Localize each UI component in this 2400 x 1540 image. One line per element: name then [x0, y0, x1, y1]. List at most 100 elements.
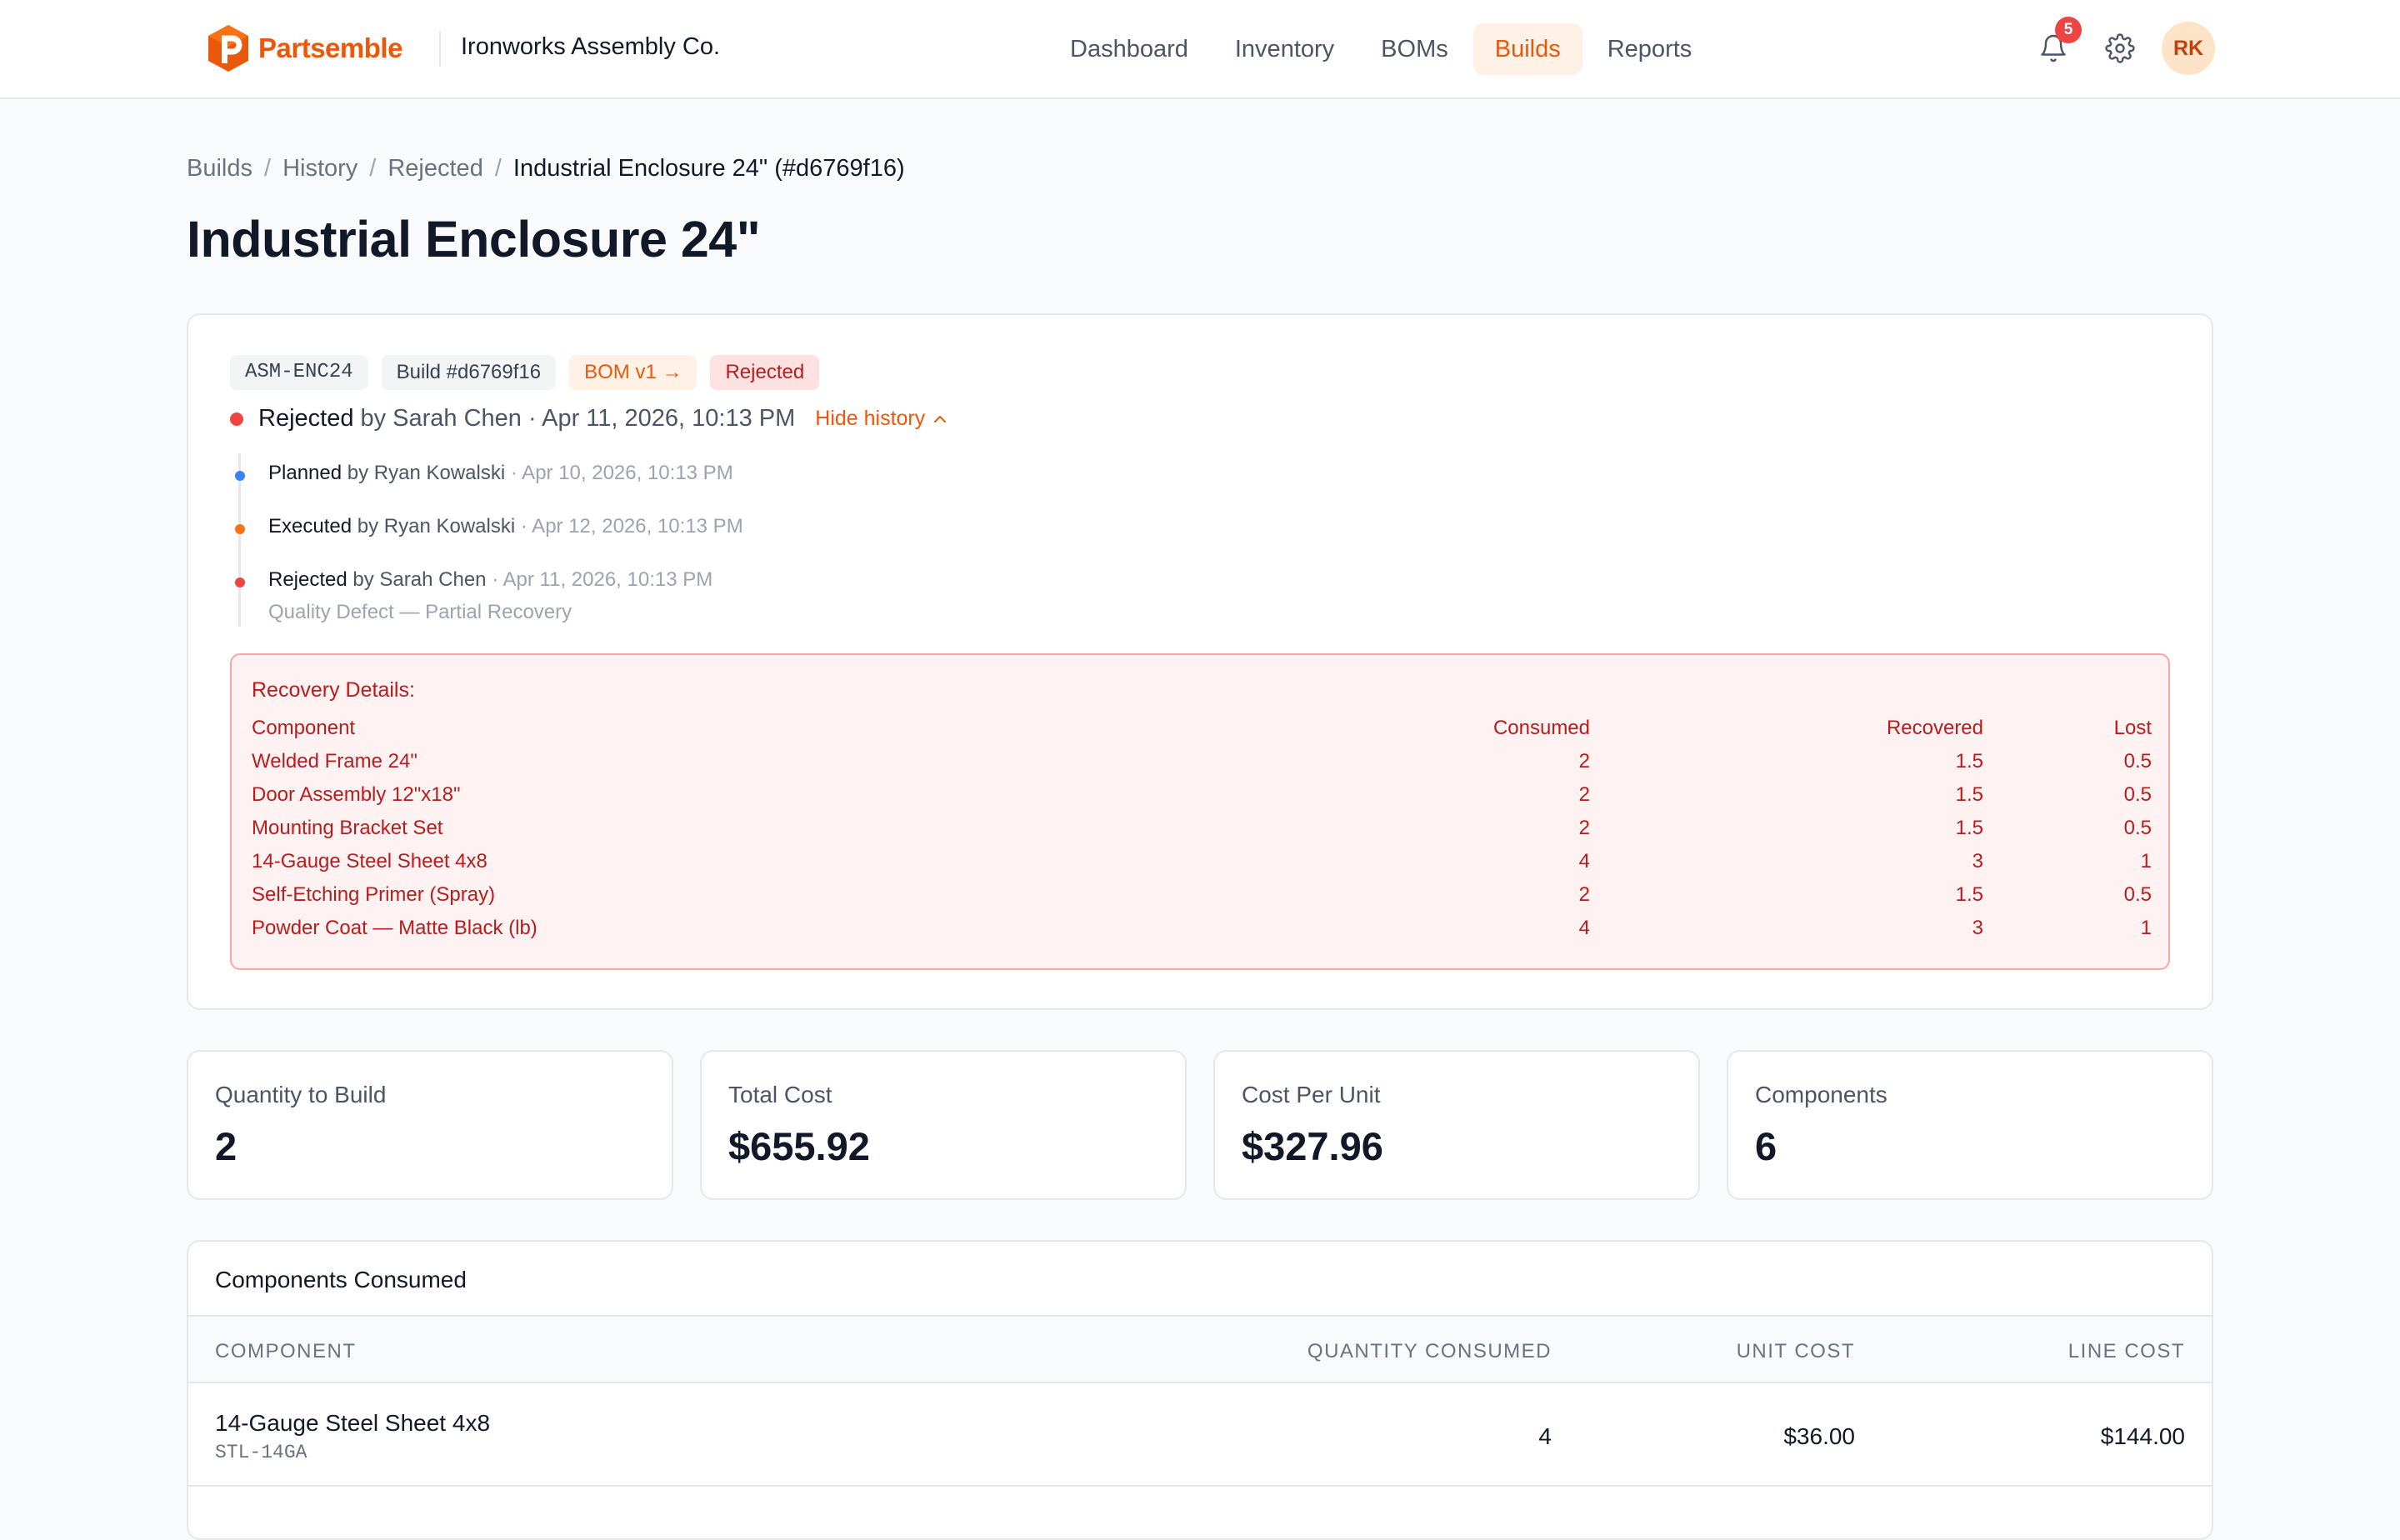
recovery-recovered: 1.5	[1955, 750, 1983, 772]
hide-history-label: Hide history	[815, 407, 926, 430]
stat-value: 6	[1755, 1124, 1778, 1168]
status-badge: Rejected	[710, 355, 820, 390]
recovery-row: Self-Etching Primer (Spray) 2 1.5 0.5	[252, 883, 2152, 917]
build-id-tag: Build #d6769f16	[381, 355, 557, 390]
build-details-card: ASM-ENC24 Build #d6769f16 BOM v1 → Rejec…	[187, 313, 2213, 1010]
timeline-date: · Apr 10, 2026, 10:13 PM	[510, 462, 733, 484]
timeline-action: Rejected	[268, 568, 348, 591]
column-header-quantity[interactable]: QUANTITY CONSUMED	[1308, 1340, 1552, 1363]
column-header-component[interactable]: COMPONENT	[215, 1340, 357, 1363]
column-header-line-cost[interactable]: LINE COST	[2068, 1340, 2185, 1363]
notification-count-badge: 5	[2055, 17, 2082, 43]
status-dot	[230, 412, 243, 426]
recovery-component: Powder Coat — Matte Black (lb)	[252, 917, 538, 939]
components-table-header: COMPONENT QUANTITY CONSUMED UNIT COST LI…	[188, 1315, 2212, 1383]
stat-value: $327.96	[1242, 1124, 1383, 1168]
components-consumed-card: Components Consumed COMPONENT QUANTITY C…	[187, 1240, 2213, 1540]
table-row[interactable]: 14-Gauge Steel Sheet 4x8 STL-14GA 4 $36.…	[188, 1385, 2212, 1487]
nav-actions: 5 RK	[2027, 17, 2215, 75]
recovery-lost: 1	[2140, 917, 2152, 939]
breadcrumb-separator: /	[369, 155, 377, 182]
recovery-header-recovered: Recovered	[1886, 717, 1983, 739]
recovery-lost: 0.5	[2123, 783, 2152, 806]
recovery-recovered: 1.5	[1955, 817, 1983, 839]
recovery-details-panel: Recovery Details: Component Consumed Rec…	[230, 653, 2170, 970]
bom-link[interactable]: BOM v1 →	[569, 355, 698, 390]
recovery-row: Welded Frame 24" 2 1.5 0.5	[252, 750, 2152, 783]
column-header-unit-cost[interactable]: UNIT COST	[1737, 1340, 1855, 1363]
recovery-table: Component Consumed Recovered Lost Welded…	[252, 717, 2152, 950]
breadcrumb-builds[interactable]: Builds	[187, 155, 252, 182]
recovery-header-component: Component	[252, 717, 356, 739]
status-summary: Rejected by Sarah Chen · Apr 11, 2026, 1…	[230, 405, 948, 432]
nav-builds[interactable]: Builds	[1472, 23, 1582, 75]
stat-components: Components 6	[1727, 1050, 2213, 1200]
user-avatar[interactable]: RK	[2162, 22, 2215, 75]
main-nav: Dashboard Inventory BOMs Builds Reports	[1048, 23, 1717, 75]
breadcrumb-rejected[interactable]: Rejected	[388, 155, 482, 182]
stat-label: Total Cost	[728, 1082, 832, 1108]
stat-label: Cost Per Unit	[1242, 1082, 1381, 1108]
component-sku: STL-14GA	[215, 1442, 308, 1463]
recovery-consumed: 4	[1578, 850, 1590, 872]
timeline-entry: Executed by Ryan Kowalski · Apr 12, 2026…	[268, 515, 743, 538]
hide-history-toggle[interactable]: Hide history	[815, 407, 948, 431]
timeline-date: · Apr 12, 2026, 10:13 PM	[520, 515, 743, 538]
nav-dashboard[interactable]: Dashboard	[1048, 23, 1210, 75]
recovery-component: Mounting Bracket Set	[252, 817, 443, 839]
recovery-component: Welded Frame 24"	[252, 750, 418, 772]
recovery-consumed: 2	[1578, 750, 1590, 772]
recovery-recovered: 3	[1972, 917, 1983, 939]
timeline-action: Planned	[268, 462, 342, 484]
stat-quantity-to-build: Quantity to Build 2	[187, 1050, 673, 1200]
timeline-entry: Rejected by Sarah Chen · Apr 11, 2026, 1…	[268, 568, 712, 592]
breadcrumb-separator: /	[264, 155, 272, 182]
timeline-date: · Apr 11, 2026, 10:13 PM	[492, 568, 713, 591]
nav-inventory[interactable]: Inventory	[1213, 23, 1356, 75]
settings-button[interactable]	[2093, 22, 2147, 75]
stat-value: $655.92	[728, 1124, 870, 1168]
stat-label: Quantity to Build	[215, 1082, 387, 1108]
timeline-dot	[235, 471, 245, 481]
timeline-user: by Ryan Kowalski	[357, 515, 516, 538]
gear-icon	[2105, 33, 2135, 63]
timeline-dot	[235, 578, 245, 588]
recovery-title: Recovery Details:	[252, 678, 415, 702]
recovery-recovered: 1.5	[1955, 783, 1983, 806]
recovery-recovered: 3	[1972, 850, 1983, 872]
recovery-component: Door Assembly 12"x18"	[252, 783, 461, 806]
nav-reports[interactable]: Reports	[1586, 23, 1714, 75]
page-title: Industrial Enclosure 24"	[187, 211, 761, 268]
organization-name: Ironworks Assembly Co.	[461, 33, 721, 60]
stat-value: 2	[215, 1124, 238, 1168]
recovery-row: 14-Gauge Steel Sheet 4x8 4 3 1	[252, 850, 2152, 883]
recovery-lost: 0.5	[2123, 750, 2152, 772]
recovery-recovered: 1.5	[1955, 883, 1983, 906]
status-text: Rejected	[258, 405, 354, 432]
recovery-row: Mounting Bracket Set 2 1.5 0.5	[252, 817, 2152, 850]
brand-logo[interactable]: Partsemble	[205, 23, 402, 73]
recovery-lost: 0.5	[2123, 817, 2152, 839]
partsemble-logo-icon	[208, 25, 248, 72]
recovery-component: 14-Gauge Steel Sheet 4x8	[252, 850, 488, 872]
chevron-up-icon	[934, 415, 947, 422]
notifications-button[interactable]: 5	[2027, 17, 2082, 75]
recovery-component: Self-Etching Primer (Spray)	[252, 883, 496, 906]
recovery-row: Door Assembly 12"x18" 2 1.5 0.5	[252, 783, 2152, 817]
timeline-user: by Ryan Kowalski	[347, 462, 506, 484]
recovery-header-lost: Lost	[2113, 717, 2152, 739]
nav-boms[interactable]: BOMs	[1359, 23, 1470, 75]
timeline-dot	[235, 524, 245, 534]
recovery-consumed: 2	[1578, 783, 1590, 806]
timeline-user: by Sarah Chen	[352, 568, 487, 591]
breadcrumb: Builds / History / Rejected / Industrial…	[187, 155, 905, 182]
brand-divider	[439, 32, 441, 67]
build-tags: ASM-ENC24 Build #d6769f16 BOM v1 → Rejec…	[230, 355, 832, 390]
stat-label: Components	[1755, 1082, 1888, 1108]
line-cost: $144.00	[2100, 1423, 2185, 1449]
breadcrumb-history[interactable]: History	[282, 155, 358, 182]
stat-total-cost: Total Cost $655.92	[700, 1050, 1187, 1200]
recovery-consumed: 2	[1578, 817, 1590, 839]
timeline-entry: Planned by Ryan Kowalski · Apr 10, 2026,…	[268, 462, 733, 485]
status-meta: by Sarah Chen · Apr 11, 2026, 10:13 PM	[360, 405, 796, 432]
